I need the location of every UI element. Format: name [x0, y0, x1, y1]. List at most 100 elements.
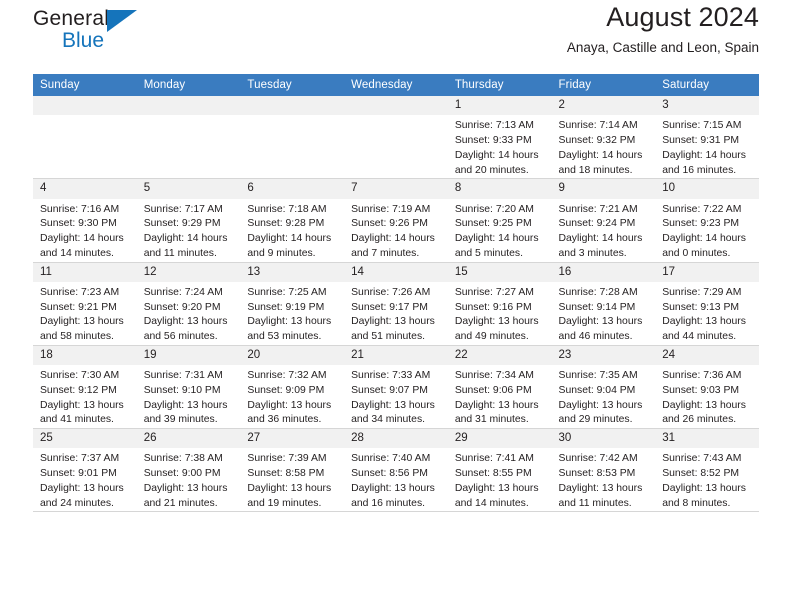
sunset-text: Sunset: 8:55 PM	[454, 468, 532, 480]
calendar-day-cell[interactable]: 16 Sunrise: 7:28 AM Sunset: 9:14 PM Dayligh…	[551, 262, 656, 346]
day-number: 13	[240, 262, 345, 282]
calendar-day-cell[interactable]: 7 Sunrise: 7:19 AM Sunset: 9:26 PM Daylight…	[344, 178, 448, 263]
sunrise-text: Sunrise: 7:43 AM	[662, 453, 742, 465]
day-number: 5	[136, 179, 241, 199]
sunset-text: Sunset: 9:01 PM	[40, 468, 117, 480]
daylight-text: Daylight: 13 hours and 19 minutes.	[247, 482, 332, 509]
calendar-day-cell[interactable]: 22 Sunrise: 7:34 AM Sunset: 9:06 PM Dayligh…	[447, 345, 552, 430]
day-details: Sunrise: 7:30 AM Sunset: 9:12 PM Daylight:…	[33, 365, 137, 428]
day-details: Sunrise: 7:32 AM Sunset: 9:09 PM Daylight:…	[240, 365, 344, 428]
sunrise-text: Sunrise: 7:23 AM	[40, 286, 120, 298]
calendar-day-cell[interactable]: 19 Sunrise: 7:31 AM Sunset: 9:10 PM Dayligh…	[136, 345, 241, 430]
sunset-text: Sunset: 8:52 PM	[662, 468, 740, 480]
day-details: Sunrise: 7:25 AM Sunset: 9:19 PM Daylight:…	[240, 282, 344, 345]
general-blue-logo[interactable]: General Blue	[33, 8, 153, 60]
daylight-text: Daylight: 13 hours and 14 minutes.	[454, 482, 539, 509]
day-details: Sunrise: 7:13 AM Sunset: 9:33 PM Daylight:…	[448, 115, 552, 178]
sunset-text: Sunset: 9:13 PM	[662, 301, 740, 313]
day-number: 15	[447, 262, 552, 282]
sunset-text: Sunset: 9:04 PM	[558, 384, 636, 396]
calendar-day-cell[interactable]: 28 Sunrise: 7:40 AM Sunset: 8:56 PM Dayligh…	[344, 428, 448, 513]
calendar-cell-empty	[344, 96, 448, 180]
sunset-text: Sunset: 9:06 PM	[454, 384, 532, 396]
day-number: 23	[551, 345, 656, 366]
sunset-text: Sunset: 9:30 PM	[40, 218, 117, 230]
day-details: Sunrise: 7:23 AM Sunset: 9:21 PM Daylight:…	[33, 282, 137, 345]
calendar-day-cell[interactable]: 20 Sunrise: 7:32 AM Sunset: 9:09 PM Dayligh…	[240, 345, 345, 430]
calendar-day-cell[interactable]: 29 Sunrise: 7:41 AM Sunset: 8:55 PM Dayligh…	[447, 428, 552, 513]
calendar-day-cell[interactable]: 27 Sunrise: 7:39 AM Sunset: 8:58 PM Dayligh…	[240, 428, 345, 513]
calendar-day-cell[interactable]: 31 Sunrise: 7:43 AM Sunset: 8:52 PM Dayligh…	[655, 428, 759, 513]
sunset-text: Sunset: 9:12 PM	[40, 384, 117, 396]
day-number: 27	[240, 429, 345, 449]
day-details: Sunrise: 7:35 AM Sunset: 9:04 PM Daylight:…	[552, 365, 656, 428]
sunset-text: Sunset: 9:29 PM	[143, 218, 221, 230]
sunrise-text: Sunrise: 7:18 AM	[247, 203, 327, 215]
calendar-day-cell[interactable]: 9 Sunrise: 7:21 AM Sunset: 9:24 PM Daylight…	[551, 178, 656, 263]
calendar-day-cell[interactable]: 1 Sunrise: 7:13 AM Sunset: 9:33 PM Daylight…	[447, 96, 552, 180]
day-number: 28	[344, 429, 448, 449]
logo-triangle-icon	[107, 10, 137, 32]
calendar-day-cell[interactable]: 3 Sunrise: 7:15 AM Sunset: 9:31 PM Daylight…	[655, 96, 759, 180]
calendar-week-row: 18 Sunrise: 7:30 AM Sunset: 9:12 PM Dayligh…	[33, 345, 759, 430]
day-details: Sunrise: 7:22 AM Sunset: 9:23 PM Daylight:…	[655, 199, 759, 262]
calendar-day-cell[interactable]: 14 Sunrise: 7:26 AM Sunset: 9:17 PM Dayligh…	[344, 262, 448, 346]
logo-text-blue: Blue	[62, 29, 105, 52]
day-details: Sunrise: 7:36 AM Sunset: 9:03 PM Daylight:…	[655, 365, 759, 428]
sunset-text: Sunset: 8:53 PM	[558, 468, 636, 480]
calendar-day-cell[interactable]: 24 Sunrise: 7:36 AM Sunset: 9:03 PM Dayligh…	[655, 345, 759, 430]
page-subtitle: Anaya, Castille and Leon, Spain	[566, 40, 759, 56]
calendar-day-cell[interactable]: 8 Sunrise: 7:20 AM Sunset: 9:25 PM Daylight…	[447, 178, 552, 263]
calendar-day-cell[interactable]: 21 Sunrise: 7:33 AM Sunset: 9:07 PM Dayligh…	[344, 345, 448, 430]
calendar-day-cell[interactable]: 23 Sunrise: 7:35 AM Sunset: 9:04 PM Dayligh…	[551, 345, 656, 430]
calendar-day-cell[interactable]: 25 Sunrise: 7:37 AM Sunset: 9:01 PM Dayligh…	[33, 428, 137, 513]
calendar-day-cell[interactable]: 17 Sunrise: 7:29 AM Sunset: 9:13 PM Dayligh…	[655, 262, 759, 346]
day-details: Sunrise: 7:43 AM Sunset: 8:52 PM Daylight:…	[655, 448, 759, 511]
day-number: 12	[136, 262, 241, 282]
daylight-text: Daylight: 13 hours and 21 minutes.	[143, 482, 228, 509]
logo-text-general: General	[33, 7, 110, 30]
day-details: Sunrise: 7:26 AM Sunset: 9:17 PM Daylight:…	[344, 282, 448, 345]
day-number: 25	[33, 429, 137, 449]
calendar-day-cell[interactable]: 12 Sunrise: 7:24 AM Sunset: 9:20 PM Dayligh…	[136, 262, 241, 346]
calendar-header-row: Sunday Monday Tuesday Wednesday Thursday…	[33, 74, 759, 96]
day-number: 8	[447, 179, 552, 199]
daylight-text: Daylight: 13 hours and 39 minutes.	[143, 399, 228, 426]
calendar-day-cell[interactable]: 11 Sunrise: 7:23 AM Sunset: 9:21 PM Dayligh…	[33, 262, 137, 346]
sunrise-text: Sunrise: 7:20 AM	[454, 203, 534, 215]
day-details: Sunrise: 7:34 AM Sunset: 9:06 PM Daylight:…	[448, 365, 552, 428]
sunrise-text: Sunrise: 7:17 AM	[143, 203, 223, 215]
sunrise-text: Sunrise: 7:15 AM	[662, 120, 742, 132]
sunset-text: Sunset: 9:19 PM	[247, 301, 325, 313]
calendar-day-cell[interactable]: 13 Sunrise: 7:25 AM Sunset: 9:19 PM Dayligh…	[240, 262, 345, 346]
daylight-text: Daylight: 14 hours and 9 minutes.	[247, 233, 332, 259]
weekday-header-saturday: Saturday	[655, 74, 759, 96]
calendar-page: General Blue August 2024 Anaya, Castille…	[0, 0, 792, 612]
calendar-table: Sunday Monday Tuesday Wednesday Thursday…	[33, 74, 759, 513]
calendar-day-cell[interactable]: 6 Sunrise: 7:18 AM Sunset: 9:28 PM Daylight…	[240, 178, 345, 263]
daylight-text: Daylight: 13 hours and 24 minutes.	[40, 482, 124, 509]
sunset-text: Sunset: 8:58 PM	[247, 468, 325, 480]
sunrise-text: Sunrise: 7:36 AM	[662, 370, 742, 382]
sunrise-text: Sunrise: 7:14 AM	[558, 120, 638, 132]
calendar-day-cell[interactable]: 26 Sunrise: 7:38 AM Sunset: 9:00 PM Dayligh…	[136, 428, 241, 513]
daylight-text: Daylight: 14 hours and 16 minutes.	[662, 149, 746, 176]
sunrise-text: Sunrise: 7:41 AM	[454, 453, 534, 465]
calendar-day-cell[interactable]: 2 Sunrise: 7:14 AM Sunset: 9:32 PM Daylight…	[551, 96, 656, 180]
calendar-day-cell[interactable]: 5 Sunrise: 7:17 AM Sunset: 9:29 PM Daylight…	[136, 178, 241, 263]
calendar-week-row: 11 Sunrise: 7:23 AM Sunset: 9:21 PM Dayligh…	[33, 262, 759, 346]
sunset-text: Sunset: 9:24 PM	[558, 218, 636, 230]
calendar-day-cell[interactable]: 18 Sunrise: 7:30 AM Sunset: 9:12 PM Dayligh…	[33, 345, 137, 430]
sunrise-text: Sunrise: 7:42 AM	[558, 453, 638, 465]
day-details: Sunrise: 7:27 AM Sunset: 9:16 PM Daylight:…	[448, 282, 552, 345]
sunset-text: Sunset: 9:25 PM	[454, 218, 532, 230]
sunset-text: Sunset: 9:28 PM	[247, 218, 325, 230]
calendar-day-cell[interactable]: 15 Sunrise: 7:27 AM Sunset: 9:16 PM Dayligh…	[447, 262, 552, 346]
calendar-day-cell[interactable]: 30 Sunrise: 7:42 AM Sunset: 8:53 PM Dayligh…	[551, 428, 656, 513]
day-number: 3	[655, 96, 759, 116]
calendar-day-cell[interactable]: 4 Sunrise: 7:16 AM Sunset: 9:30 PM Daylight…	[33, 178, 137, 263]
sunset-text: Sunset: 9:32 PM	[558, 134, 636, 146]
sunrise-text: Sunrise: 7:24 AM	[143, 286, 223, 298]
calendar-day-cell[interactable]: 10 Sunrise: 7:22 AM Sunset: 9:23 PM Dayligh…	[655, 178, 759, 263]
day-number: 26	[136, 429, 241, 449]
